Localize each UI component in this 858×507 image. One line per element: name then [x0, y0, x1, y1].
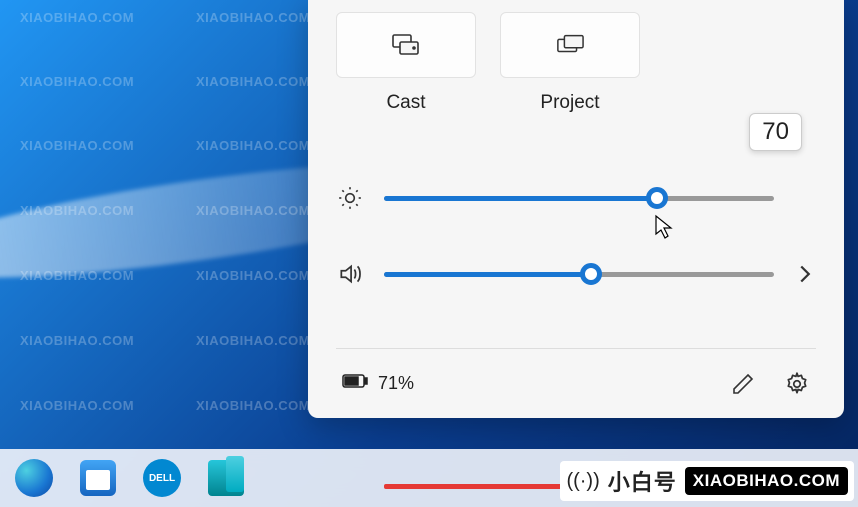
panel-footer: 71% — [336, 348, 816, 418]
battery-status[interactable]: 71% — [342, 373, 414, 394]
battery-icon — [342, 373, 368, 394]
quick-tiles-row: Cast Project — [336, 0, 816, 114]
battery-percent-label: 71% — [378, 373, 414, 394]
quick-settings-panel: Cast Project 70 — [308, 0, 844, 418]
edit-button[interactable] — [730, 371, 756, 397]
project-icon — [556, 31, 584, 59]
project-tile[interactable]: Project — [500, 12, 640, 114]
volume-expand-button[interactable] — [794, 264, 816, 284]
dell-app-icon[interactable]: DELL — [142, 458, 182, 498]
logo-cn-text: 小白号 — [608, 465, 677, 497]
project-label: Project — [540, 92, 599, 114]
cast-label: Cast — [386, 92, 425, 114]
edge-app-icon[interactable] — [14, 458, 54, 498]
servers-app-icon[interactable] — [206, 458, 246, 498]
volume-thumb[interactable] — [580, 263, 602, 285]
settings-button[interactable] — [784, 371, 810, 397]
brightness-thumb[interactable] — [646, 187, 668, 209]
volume-slider[interactable] — [384, 272, 774, 277]
brightness-tooltip: 70 — [749, 113, 802, 151]
brightness-slider-row — [336, 184, 816, 212]
speaker-icon — [336, 260, 364, 288]
brightness-icon — [336, 184, 364, 212]
cast-tile[interactable]: Cast — [336, 12, 476, 114]
signal-icon: ((·)) — [566, 470, 599, 493]
volume-slider-row — [336, 260, 816, 288]
annotation-underline — [384, 484, 584, 489]
logo-badge: XIAOBIHAO.COM — [685, 467, 848, 495]
store-app-icon[interactable] — [78, 458, 118, 498]
cast-icon — [392, 31, 420, 59]
brightness-slider[interactable] — [384, 196, 774, 201]
watermark-logo: ((·)) 小白号 XIAOBIHAO.COM — [560, 461, 854, 501]
